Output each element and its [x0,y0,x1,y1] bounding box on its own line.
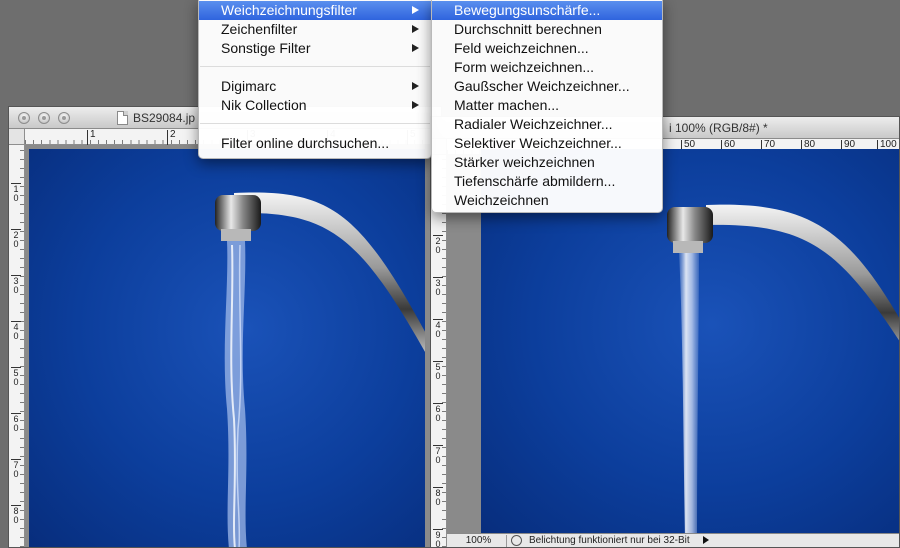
menu-item-label: Digimarc [221,78,277,94]
ruler-tick-label: 3 0 [11,275,21,295]
menu-item-digimarc[interactable]: Digimarc [199,77,431,96]
submenu-arrow-icon [412,101,419,109]
menu-item-label: Bewegungsunschärfe... [454,2,601,18]
ruler-tick-label: 1 0 [11,183,21,203]
image-canvas-original[interactable] [29,149,425,547]
menu-item-label: Tiefenschärfe abmildern... [454,173,616,189]
menu-separator [200,123,430,124]
ruler-tick-label: 7 0 [433,445,443,465]
filter-menu: Weichzeichnungsfilter Zeichenfilter Sons… [198,0,432,159]
menu-item-label: Nik Collection [221,97,307,113]
window-title: i 100% (RGB/8#) * [669,121,768,135]
close-window-icon[interactable] [18,112,30,124]
menu-item-label: Weichzeichnen [454,192,549,208]
menu-item-form-weichzeichnen[interactable]: Form weichzeichnen... [432,58,662,77]
menu-item-selektiver-weichzeichner[interactable]: Selektiver Weichzeichner... [432,134,662,153]
menu-item-staerker-weichzeichnen[interactable]: Stärker weichzeichnen [432,153,662,172]
menu-item-label: Stärker weichzeichnen [454,154,595,170]
menu-item-nik-collection[interactable]: Nik Collection [199,96,431,115]
ruler-tick-label: 2 [167,130,176,145]
ruler-tick-label: 4 0 [433,319,443,339]
menu-item-label: Selektiver Weichzeichner... [454,135,622,151]
menu-item-matter-machen[interactable]: Matter machen... [432,96,662,115]
ruler-tick-label: 7 0 [11,459,21,479]
menu-item-label: Sonstige Filter [221,40,311,56]
menu-item-durchschnitt-berechnen[interactable]: Durchschnitt berechnen [432,20,662,39]
ruler-tick-label: 3 0 [433,277,443,297]
menu-item-filter-online-durchsuchen[interactable]: Filter online durchsuchen... [199,134,431,153]
submenu-arrow-icon [412,82,419,90]
ruler-tick-label: 6 0 [433,403,443,423]
window-title: BS29084.jp [133,111,196,125]
submenu-arrow-icon [412,44,419,52]
menu-item-gaussscher-weichzeichner[interactable]: Gaußscher Weichzeichner... [432,77,662,96]
submenu-arrow-icon [412,25,419,33]
menu-item-label: Gaußscher Weichzeichner... [454,78,630,94]
vertical-ruler[interactable]: 1 0 2 0 3 0 4 0 5 0 6 0 7 0 8 0 [9,145,25,547]
ruler-tick-label: 4 0 [11,321,21,341]
zoom-level-field[interactable]: 100% [451,535,507,547]
ruler-tick-label: 5 0 [433,361,443,381]
ruler-tick-label: 2 0 [433,235,443,255]
ruler-tick-label: 2 0 [11,229,21,249]
ruler-tick-label: 5 0 [11,367,21,387]
menu-item-feld-weichzeichnen[interactable]: Feld weichzeichnen... [432,39,662,58]
menu-separator [200,66,430,67]
blur-filter-submenu: Bewegungsunschärfe... Durchschnitt berec… [431,0,663,213]
menu-item-label: Feld weichzeichnen... [454,40,589,56]
menu-item-label: Radialer Weichzeichner... [454,116,613,132]
status-bar: 100% Belichtung funktioniert nur bei 32-… [447,533,899,547]
menu-item-weichzeichnen[interactable]: Weichzeichnen [432,191,662,210]
document-window-left[interactable]: BS29084.jp 1 2 3 4 5 1 0 2 0 3 0 4 0 5 0… [8,106,442,548]
ruler-tick-label: 8 0 [11,505,21,525]
menu-item-label: Zeichenfilter [221,21,298,37]
menu-item-weichzeichnungsfilter[interactable]: Weichzeichnungsfilter [199,1,431,20]
zoom-window-icon[interactable] [58,112,70,124]
status-menu-arrow-icon[interactable] [703,536,709,544]
menu-item-label: Matter machen... [454,97,560,113]
status-message: Belichtung funktioniert nur bei 32-Bit [529,535,690,546]
submenu-arrow-icon [412,6,419,14]
menu-item-radialer-weichzeichner[interactable]: Radialer Weichzeichner... [432,115,662,134]
faucet-photo-sharp [215,192,425,547]
ruler-tick-label: 6 0 [11,413,21,433]
ruler-tick-label: 8 0 [433,487,443,507]
menu-item-zeichenfilter[interactable]: Zeichenfilter [199,20,431,39]
ruler-tick-label: 1 [87,130,96,145]
document-icon [117,111,128,125]
vertical-ruler[interactable]: 2 0 3 0 4 0 5 0 6 0 7 0 8 0 9 0 [431,155,447,547]
menu-item-bewegungsunschaerfe[interactable]: Bewegungsunschärfe... [432,1,662,20]
ruler-origin[interactable] [9,129,25,145]
menu-item-tiefenschaerfe-abmildern[interactable]: Tiefenschärfe abmildern... [432,172,662,191]
menu-item-sonstige-filter[interactable]: Sonstige Filter [199,39,431,58]
ruler-tick-label: 9 0 [433,529,443,547]
menu-item-label: Durchschnitt berechnen [454,21,602,37]
status-info-icon[interactable] [511,535,522,546]
menu-item-label: Weichzeichnungsfilter [221,2,357,18]
minimize-window-icon[interactable] [38,112,50,124]
menu-item-label: Form weichzeichnen... [454,59,595,75]
menu-item-label: Filter online durchsuchen... [221,135,390,151]
